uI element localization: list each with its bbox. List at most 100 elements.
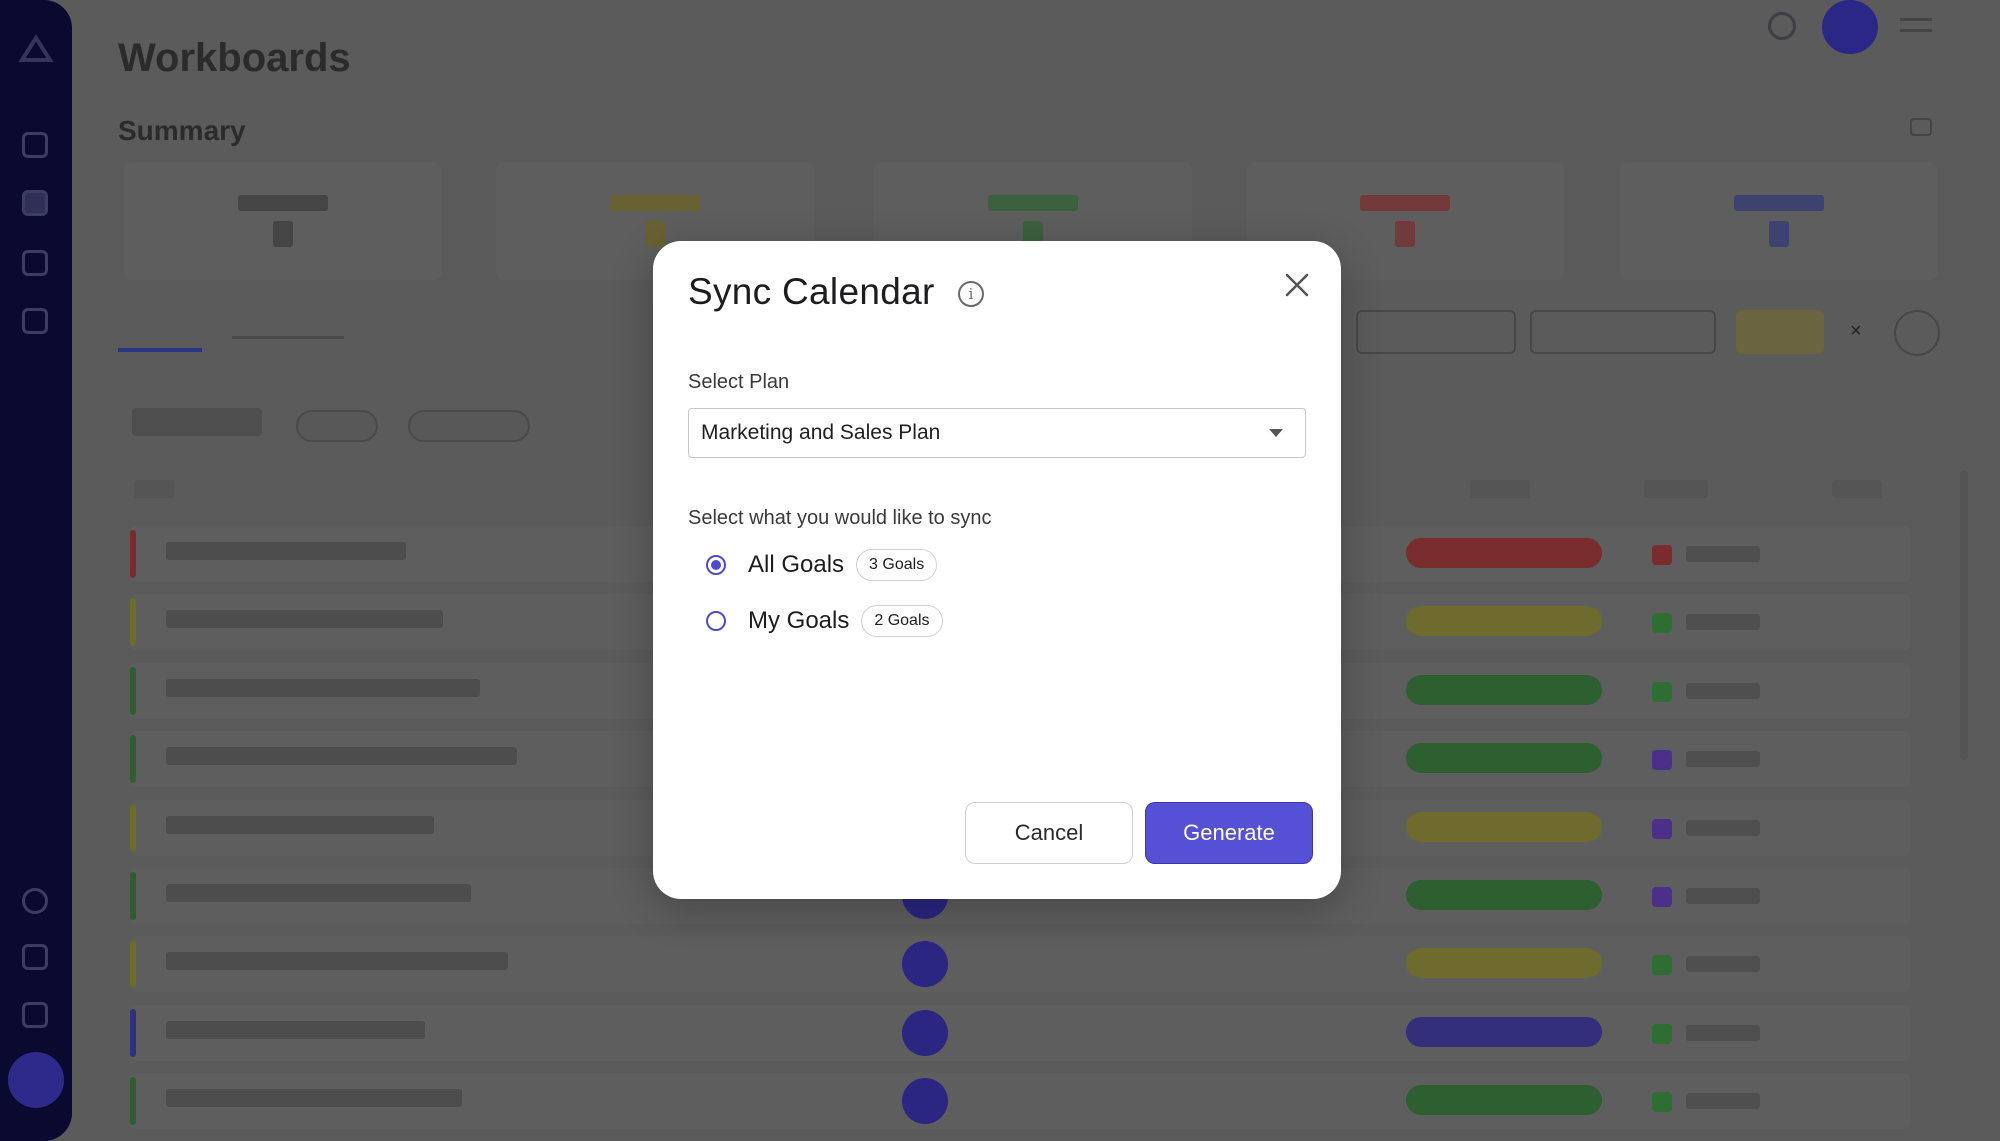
row-color-bar — [130, 735, 136, 784]
owner-avatar[interactable] — [902, 1078, 948, 1125]
row-title-placeholder — [166, 678, 480, 697]
row-color-bar — [130, 1008, 136, 1057]
cancel-button[interactable]: Cancel — [965, 802, 1133, 864]
sync-option-label: Select what you would like to sync — [688, 507, 992, 529]
row-title-placeholder — [166, 815, 434, 834]
goals-select-pill[interactable] — [408, 410, 530, 442]
status-badge — [1406, 1085, 1602, 1116]
weight-dot — [1652, 750, 1672, 771]
stat-label-placeholder — [1360, 195, 1450, 211]
stat-value-placeholder — [1395, 221, 1415, 247]
menu-icon[interactable] — [1900, 18, 1932, 32]
row-color-bar — [130, 598, 136, 647]
status-badge — [1406, 674, 1602, 705]
profile-avatar[interactable] — [1822, 0, 1878, 54]
page-title: Workboards — [118, 36, 351, 80]
status-badge — [1406, 606, 1602, 637]
radio-my-goals[interactable]: My Goals 2 Goals — [706, 605, 943, 637]
row-color-bar — [130, 940, 136, 989]
table-row[interactable] — [130, 1004, 1910, 1061]
owner-avatar[interactable] — [902, 1009, 948, 1056]
weight-dot — [1652, 955, 1672, 976]
stat-value-placeholder — [1769, 221, 1789, 247]
clear-filter-icon[interactable]: × — [1850, 321, 1868, 341]
chat-icon[interactable] — [22, 944, 48, 970]
info-icon[interactable]: i — [958, 281, 984, 307]
tab-timeline[interactable] — [232, 314, 344, 339]
people-icon[interactable] — [22, 308, 48, 334]
weight-dot — [1652, 818, 1672, 839]
user-avatar[interactable] — [8, 1052, 64, 1108]
stat-value-placeholder — [273, 221, 293, 247]
row-title-placeholder — [166, 1020, 425, 1039]
weight-placeholder — [1686, 888, 1760, 904]
row-title-placeholder — [166, 610, 443, 629]
sidebar — [0, 0, 72, 1141]
stat-label-placeholder — [610, 195, 700, 211]
col-header-status — [1470, 480, 1530, 498]
status-badge — [1406, 1016, 1602, 1047]
stat-card-not-started — [124, 162, 442, 280]
weight-placeholder — [1686, 956, 1760, 973]
radio-all-goals[interactable]: All Goals 3 Goals — [706, 549, 938, 581]
weight-placeholder — [1686, 1024, 1760, 1041]
weight-placeholder — [1686, 1093, 1760, 1110]
collapse-icon[interactable] — [1910, 118, 1932, 136]
help-icon[interactable] — [22, 888, 48, 914]
generate-button[interactable]: Generate — [1145, 802, 1313, 864]
stat-label-placeholder — [988, 195, 1078, 211]
my-goals-count-badge: 2 Goals — [861, 605, 943, 637]
summary-title: Summary — [118, 115, 246, 146]
tab-list[interactable] — [118, 314, 202, 352]
weight-dot — [1652, 545, 1672, 565]
scrollbar[interactable] — [1960, 470, 1968, 760]
sync-calendar-dialog: Sync Calendar i Select Plan Marketing an… — [653, 241, 1341, 899]
settings-icon[interactable] — [22, 1002, 48, 1028]
row-title-placeholder — [166, 952, 508, 971]
goals-filter-pill[interactable] — [296, 410, 378, 442]
status-badge — [1406, 538, 1602, 568]
table-row[interactable] — [130, 936, 1910, 993]
plan-select[interactable]: Marketing and Sales Plan — [688, 408, 1306, 458]
weight-dot — [1652, 613, 1672, 634]
weight-dot — [1652, 1092, 1672, 1113]
select-plan-label: Select Plan — [688, 371, 790, 393]
weight-dot — [1652, 1023, 1672, 1044]
row-title-placeholder — [166, 542, 406, 560]
weight-dot — [1652, 681, 1672, 702]
weight-placeholder — [1686, 614, 1760, 631]
row-color-bar — [130, 666, 136, 715]
workboards-icon[interactable] — [22, 190, 48, 216]
radio-button-all-goals[interactable] — [706, 555, 726, 575]
status-badge — [1406, 948, 1602, 979]
row-title-placeholder — [166, 884, 471, 902]
stat-label-placeholder — [238, 195, 328, 211]
sort-dropdown[interactable] — [1356, 310, 1516, 354]
filter-dropdown[interactable] — [1530, 310, 1716, 354]
owner-avatar[interactable] — [902, 941, 948, 988]
radio-label-my-goals: My Goals — [748, 607, 850, 634]
stat-card-completed — [1620, 162, 1938, 280]
plan-select-value: Marketing and Sales Plan — [701, 421, 941, 444]
home-icon[interactable] — [22, 132, 48, 158]
table-row[interactable] — [130, 1073, 1910, 1130]
row-color-bar — [130, 803, 136, 852]
radio-button-my-goals[interactable] — [706, 611, 726, 631]
row-title-placeholder — [166, 747, 517, 766]
weight-placeholder — [1686, 546, 1760, 562]
weight-placeholder — [1686, 819, 1760, 836]
bell-icon[interactable] — [1768, 12, 1796, 40]
logo-icon — [18, 34, 54, 62]
row-title-placeholder — [166, 1089, 462, 1108]
col-header-weight — [1644, 480, 1708, 498]
reports-icon[interactable] — [22, 250, 48, 276]
row-color-bar — [130, 530, 136, 578]
row-color-bar — [130, 1077, 136, 1126]
close-icon[interactable] — [1281, 269, 1313, 301]
weight-dot — [1652, 887, 1672, 907]
status-badge — [1406, 743, 1602, 774]
toolbar-action-button[interactable] — [1736, 310, 1824, 354]
gear-icon[interactable] — [1894, 310, 1940, 356]
status-badge — [1406, 880, 1602, 910]
status-badge — [1406, 811, 1602, 842]
